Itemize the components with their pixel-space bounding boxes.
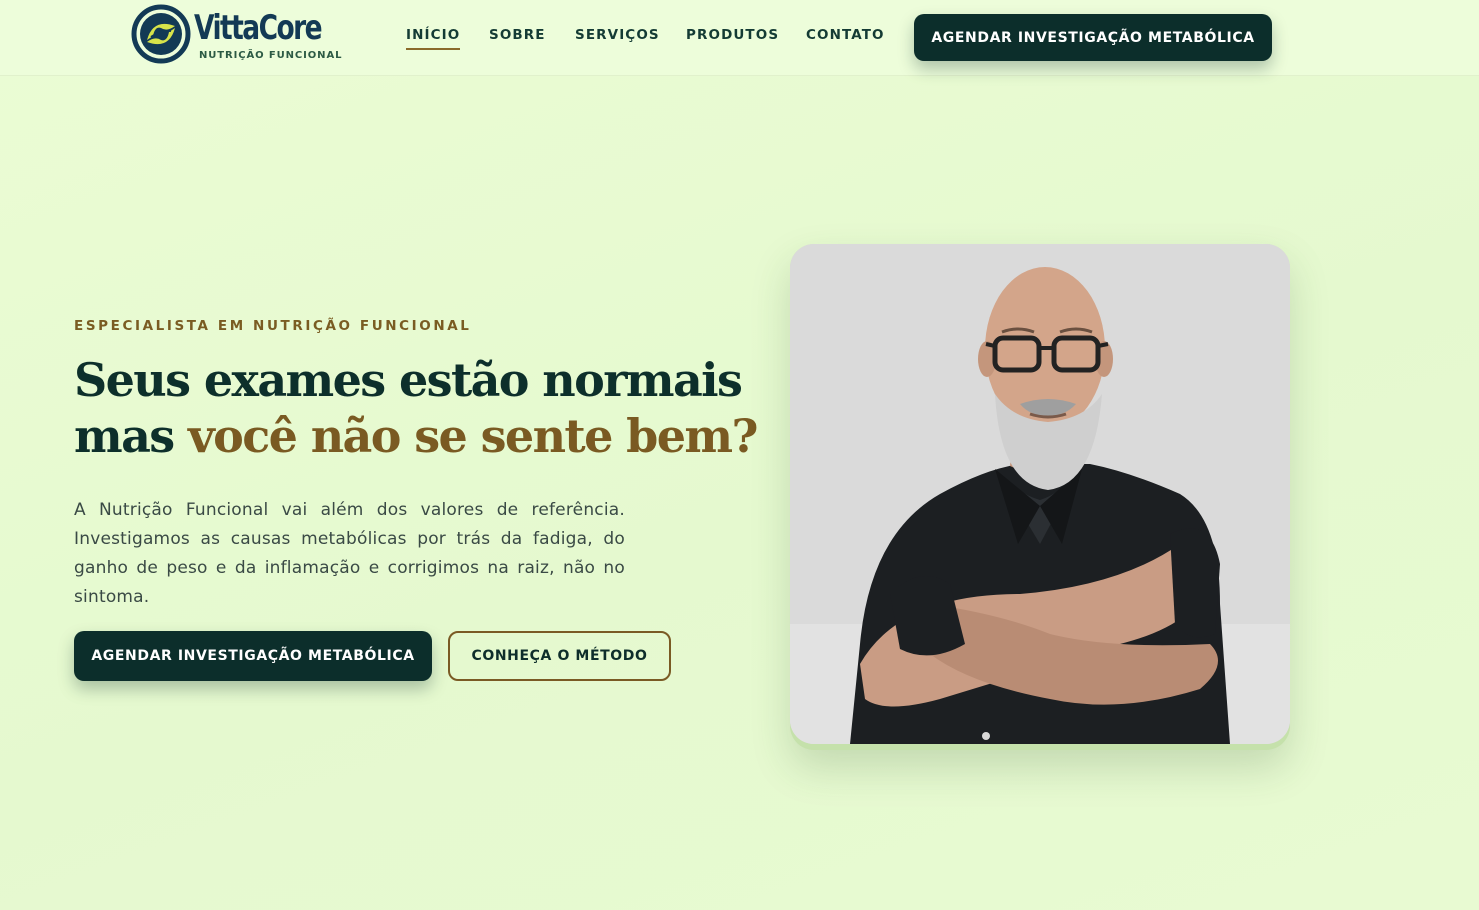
logo-mark-icon <box>131 4 191 64</box>
learn-method-button[interactable]: CONHEÇA O MÉTODO <box>448 631 671 681</box>
headline-plain: mas <box>74 409 188 463</box>
portrait-photo <box>790 244 1290 744</box>
headline-line-2: mas você não se sente bem? <box>74 408 758 464</box>
nav-item-servicos[interactable]: SERVIÇOS <box>575 25 660 45</box>
portrait-illustration-icon <box>790 244 1290 744</box>
headline-line-1: Seus exames estão normais <box>74 353 743 407</box>
hero-photo-card <box>790 244 1290 750</box>
landing-page: VittaCore NUTRIÇÃO FUNCIONAL INÍCIO SOBR… <box>0 0 1479 910</box>
nav-item-produtos[interactable]: PRODUTOS <box>686 25 779 45</box>
header-schedule-button[interactable]: AGENDAR INVESTIGAÇÃO METABÓLICA <box>914 14 1272 61</box>
nav-item-sobre[interactable]: SOBRE <box>489 25 546 45</box>
headline-accent: você não se sente bem? <box>188 409 758 463</box>
hero-headline: Seus exames estão normais mas você não s… <box>74 352 758 464</box>
brand-tagline: NUTRIÇÃO FUNCIONAL <box>199 50 343 61</box>
hero-eyebrow: ESPECIALISTA EM NUTRIÇÃO FUNCIONAL <box>74 318 472 334</box>
hero-intro: A Nutrição Funcional vai além dos valore… <box>74 500 625 607</box>
nav-item-contato[interactable]: CONTATO <box>806 25 885 45</box>
nav-item-inicio[interactable]: INÍCIO <box>406 25 461 50</box>
brand-logo[interactable]: VittaCore NUTRIÇÃO FUNCIONAL <box>131 4 341 64</box>
brand-name: VittaCore <box>194 8 323 48</box>
hero-schedule-button[interactable]: AGENDAR INVESTIGAÇÃO METABÓLICA <box>74 631 432 681</box>
site-header: VittaCore NUTRIÇÃO FUNCIONAL INÍCIO SOBR… <box>0 0 1479 76</box>
